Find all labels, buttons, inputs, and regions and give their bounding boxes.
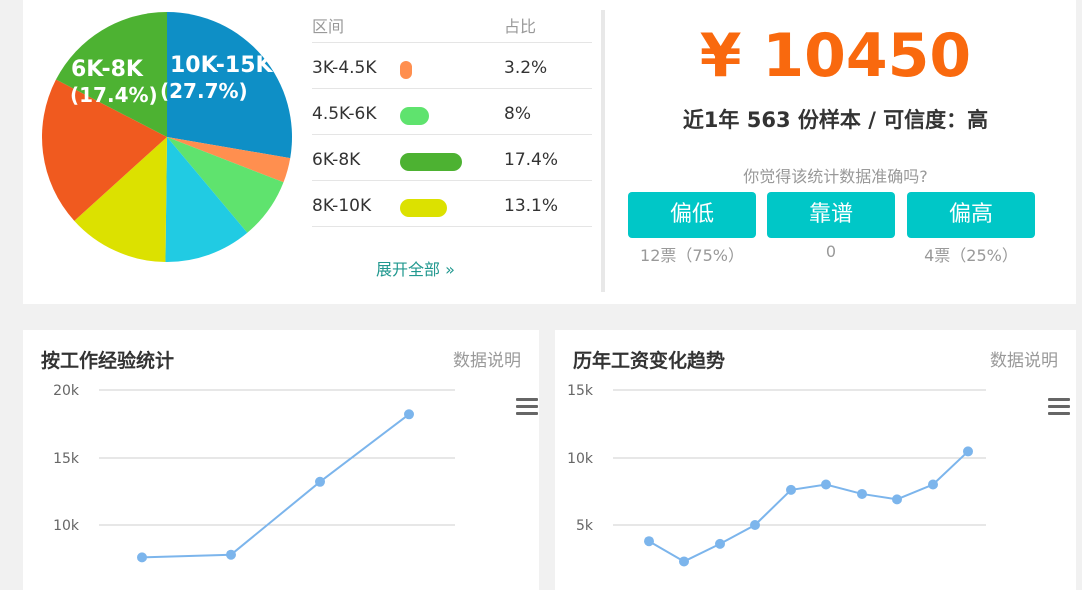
vote-low-count: 12票（75%） <box>640 246 744 265</box>
y-tick-label: 5k <box>576 518 594 534</box>
pie-label-10k-15k-range: 10K-15K <box>170 53 273 78</box>
row-bar <box>400 199 447 217</box>
y-tick-label: 10k <box>567 451 594 467</box>
vote-high-button[interactable]: 偏高 <box>907 192 1035 238</box>
header-range: 区间 <box>312 17 345 36</box>
trend-chart-card: 历年工资变化趋势 数据说明 15k 10k 5k <box>555 330 1076 590</box>
data-point <box>137 552 147 563</box>
series-line <box>141 413 410 559</box>
expand-all-link[interactable]: 展开全部 » <box>376 256 455 280</box>
data-point <box>963 446 973 457</box>
row-range: 8K-10K <box>312 196 372 216</box>
row-bar <box>400 61 412 79</box>
row-bar <box>400 153 462 171</box>
y-tick-label: 20k <box>53 383 80 399</box>
row-range: 3K-4.5K <box>312 58 377 78</box>
row-bar <box>400 107 429 125</box>
row-range: 6K-8K <box>312 150 361 170</box>
data-point <box>315 476 325 487</box>
vote-accurate-button[interactable]: 靠谱 <box>767 192 895 238</box>
data-point <box>928 479 938 490</box>
experience-chart-card: 按工作经验统计 数据说明 20k 15k 10k <box>23 330 539 590</box>
data-point <box>404 409 414 420</box>
experience-line-chart: 20k 15k 10k <box>53 383 455 563</box>
table-row: 3K-4.5K 3.2% <box>312 43 592 89</box>
data-point <box>644 536 654 547</box>
data-point <box>857 488 867 499</box>
data-point <box>715 538 725 549</box>
salary-summary-card: 10K-15K (27.7%) 6K-8K (17.4%) 区间 占比 3K-4… <box>23 0 1076 304</box>
data-point <box>679 556 689 567</box>
data-point <box>226 549 236 560</box>
pie-label-10k-15k-pct: (27.7%) <box>160 79 248 103</box>
table-row: 6K-8K 17.4% <box>312 135 592 181</box>
salary-trend-line-chart: 15k 10k 5k <box>567 383 986 567</box>
row-pct: 13.1% <box>504 196 559 216</box>
sample-info: 近1年 563 份样本 / 可信度：高 <box>682 108 989 132</box>
average-salary: ¥ 10450 <box>699 21 972 91</box>
data-point <box>892 494 902 505</box>
vote-accurate-count: 0 <box>825 242 837 261</box>
table-row: 4.5K-6K 8% <box>312 89 592 135</box>
accuracy-question: 你觉得该统计数据准确吗? <box>743 167 928 186</box>
pie-label-6k-8k-range: 6K-8K <box>71 57 144 82</box>
y-tick-label: 10k <box>53 518 80 534</box>
divider <box>601 10 605 292</box>
row-range: 4.5K-6K <box>312 104 377 124</box>
distribution-table: 区间 占比 3K-4.5K 3.2% 4.5K-6K 8% 6K-8K 17.4… <box>312 0 592 227</box>
y-tick-label: 15k <box>567 383 594 399</box>
data-point <box>786 484 796 495</box>
data-point <box>750 520 760 530</box>
header-pct: 占比 <box>504 17 537 36</box>
row-pct: 3.2% <box>504 58 548 78</box>
row-pct: 17.4% <box>504 150 559 170</box>
pie-label-6k-8k-pct: (17.4%) <box>70 83 158 107</box>
series-line <box>648 450 969 563</box>
vote-high-count: 4票（25%） <box>924 246 1018 265</box>
table-row: 8K-10K 13.1% <box>312 181 592 227</box>
table-header: 区间 占比 <box>312 0 592 43</box>
vote-low-button[interactable]: 偏低 <box>628 192 756 238</box>
row-pct: 8% <box>504 104 531 124</box>
y-tick-label: 15k <box>53 451 80 467</box>
data-point <box>821 479 831 490</box>
salary-distribution-pie: 10K-15K (27.7%) 6K-8K (17.4%) <box>42 12 292 262</box>
